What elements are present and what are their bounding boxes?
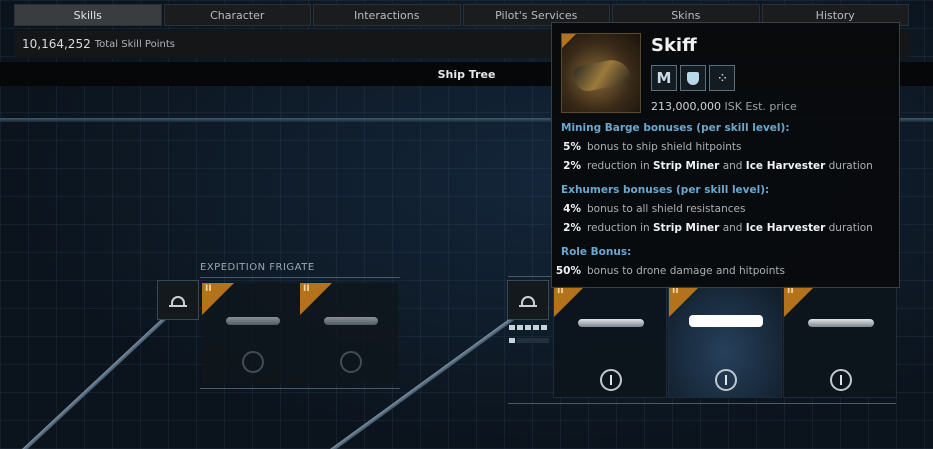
skill-ring-icon — [340, 351, 362, 373]
bonus-row: 5% bonus to ship shield hitpoints — [543, 141, 742, 153]
tech-level-badge: II — [669, 285, 701, 317]
bonus-section-heading: Exhumers bonuses (per skill level): — [561, 184, 770, 196]
bonus-percent: 2% — [563, 222, 581, 234]
ship-card-skiff[interactable]: II — [668, 284, 782, 398]
level-pip — [541, 325, 547, 330]
bonus-row: 2% reduction in Strip Miner and Ice Harve… — [543, 222, 873, 234]
bonus-text: and — [719, 160, 746, 172]
ship-render — [226, 317, 280, 325]
bonus-row: 50% bonus to drone damage and hitpoints — [543, 265, 785, 277]
level-pip — [533, 325, 539, 330]
bonus-text: bonus to drone damage and hitpoints — [587, 265, 785, 277]
ship-render — [689, 315, 763, 327]
ship-thumbnail — [561, 33, 641, 113]
bonus-percent: 4% — [563, 203, 581, 215]
bonus-text: bonus to all shield resistances — [587, 203, 746, 215]
skill-level-indicator-2 — [509, 338, 549, 343]
ship-hull-image — [571, 56, 633, 94]
bonus-section-heading: Role Bonus: — [561, 246, 632, 258]
tech-level-badge: II — [300, 283, 332, 315]
drone-icon: ⁘ — [709, 65, 735, 91]
ship-card-procurer-class[interactable]: II — [553, 284, 667, 398]
tech-level-badge: II — [784, 285, 816, 317]
total-skill-points-label: Total Skill Points — [94, 38, 175, 50]
bonus-text: duration — [825, 222, 873, 234]
module-name: Strip Miner — [653, 222, 720, 234]
tech-level-badge — [562, 34, 576, 48]
module-name: Ice Harvester — [745, 160, 826, 172]
ship-render — [324, 317, 378, 325]
level-pip — [509, 325, 515, 330]
module-name: Strip Miner — [653, 160, 720, 172]
tab-skills[interactable]: Skills — [14, 4, 162, 26]
bonus-row: 2% reduction in Strip Miner and Ice Harve… — [543, 160, 873, 172]
skill-ring-icon — [830, 369, 852, 391]
bonus-text: reduction in — [587, 222, 653, 234]
bonus-section-heading: Mining Barge bonuses (per skill level): — [561, 122, 790, 134]
bonus-text: bonus to ship shield hitpoints — [587, 141, 742, 153]
level-pip — [509, 338, 515, 343]
bonus-percent: 50% — [555, 265, 581, 277]
size-class-icon: M — [651, 65, 677, 91]
skill-level-indicator — [509, 325, 547, 330]
tab-character[interactable]: Character — [163, 4, 311, 26]
bonus-percent: 5% — [563, 141, 581, 153]
hull-icon — [519, 295, 537, 307]
price-value: 213,000,000 — [651, 100, 721, 113]
group-label-expedition-frigate: EXPEDITION FRIGATE — [200, 262, 315, 273]
skill-ring-icon — [242, 351, 264, 373]
tech-level-badge: II — [554, 285, 586, 317]
ship-name: Skiff — [651, 35, 697, 56]
skill-ring-icon — [600, 369, 622, 391]
ship-render — [578, 319, 644, 327]
skill-ring-icon — [715, 369, 737, 391]
tech-level-badge: II — [202, 283, 234, 315]
bonus-row: 4% bonus to all shield resistances — [543, 203, 745, 215]
group-info-button-exhumer[interactable] — [507, 280, 549, 320]
ship-attribute-badges: M ⁘ — [651, 65, 735, 91]
total-skill-points-value: 10,164,252 — [22, 37, 91, 51]
ship-card-expedition-frigate-2[interactable]: II — [300, 283, 398, 383]
ship-render — [808, 319, 874, 327]
ship-tooltip: Skiff M ⁘ 213,000,000 ISK Est. price Min… — [551, 22, 900, 288]
bonus-text: and — [719, 222, 746, 234]
ship-card-expedition-frigate-1[interactable]: II — [202, 283, 300, 383]
level-pip — [517, 338, 549, 343]
group-info-button-expedition-frigate[interactable] — [157, 280, 199, 320]
ship-card-hulk-class[interactable]: II — [783, 284, 897, 398]
price-unit: ISK Est. price — [724, 100, 797, 113]
bonus-text: reduction in — [587, 160, 653, 172]
estimated-price: 213,000,000 ISK Est. price — [651, 100, 797, 113]
hull-icon — [169, 295, 187, 307]
level-pip — [517, 325, 523, 330]
level-pip — [525, 325, 531, 330]
shield-icon — [680, 65, 706, 91]
bonus-percent: 2% — [563, 160, 581, 172]
tab-interactions[interactable]: Interactions — [313, 4, 461, 26]
bonus-text: duration — [825, 160, 873, 172]
module-name: Ice Harvester — [745, 222, 826, 234]
